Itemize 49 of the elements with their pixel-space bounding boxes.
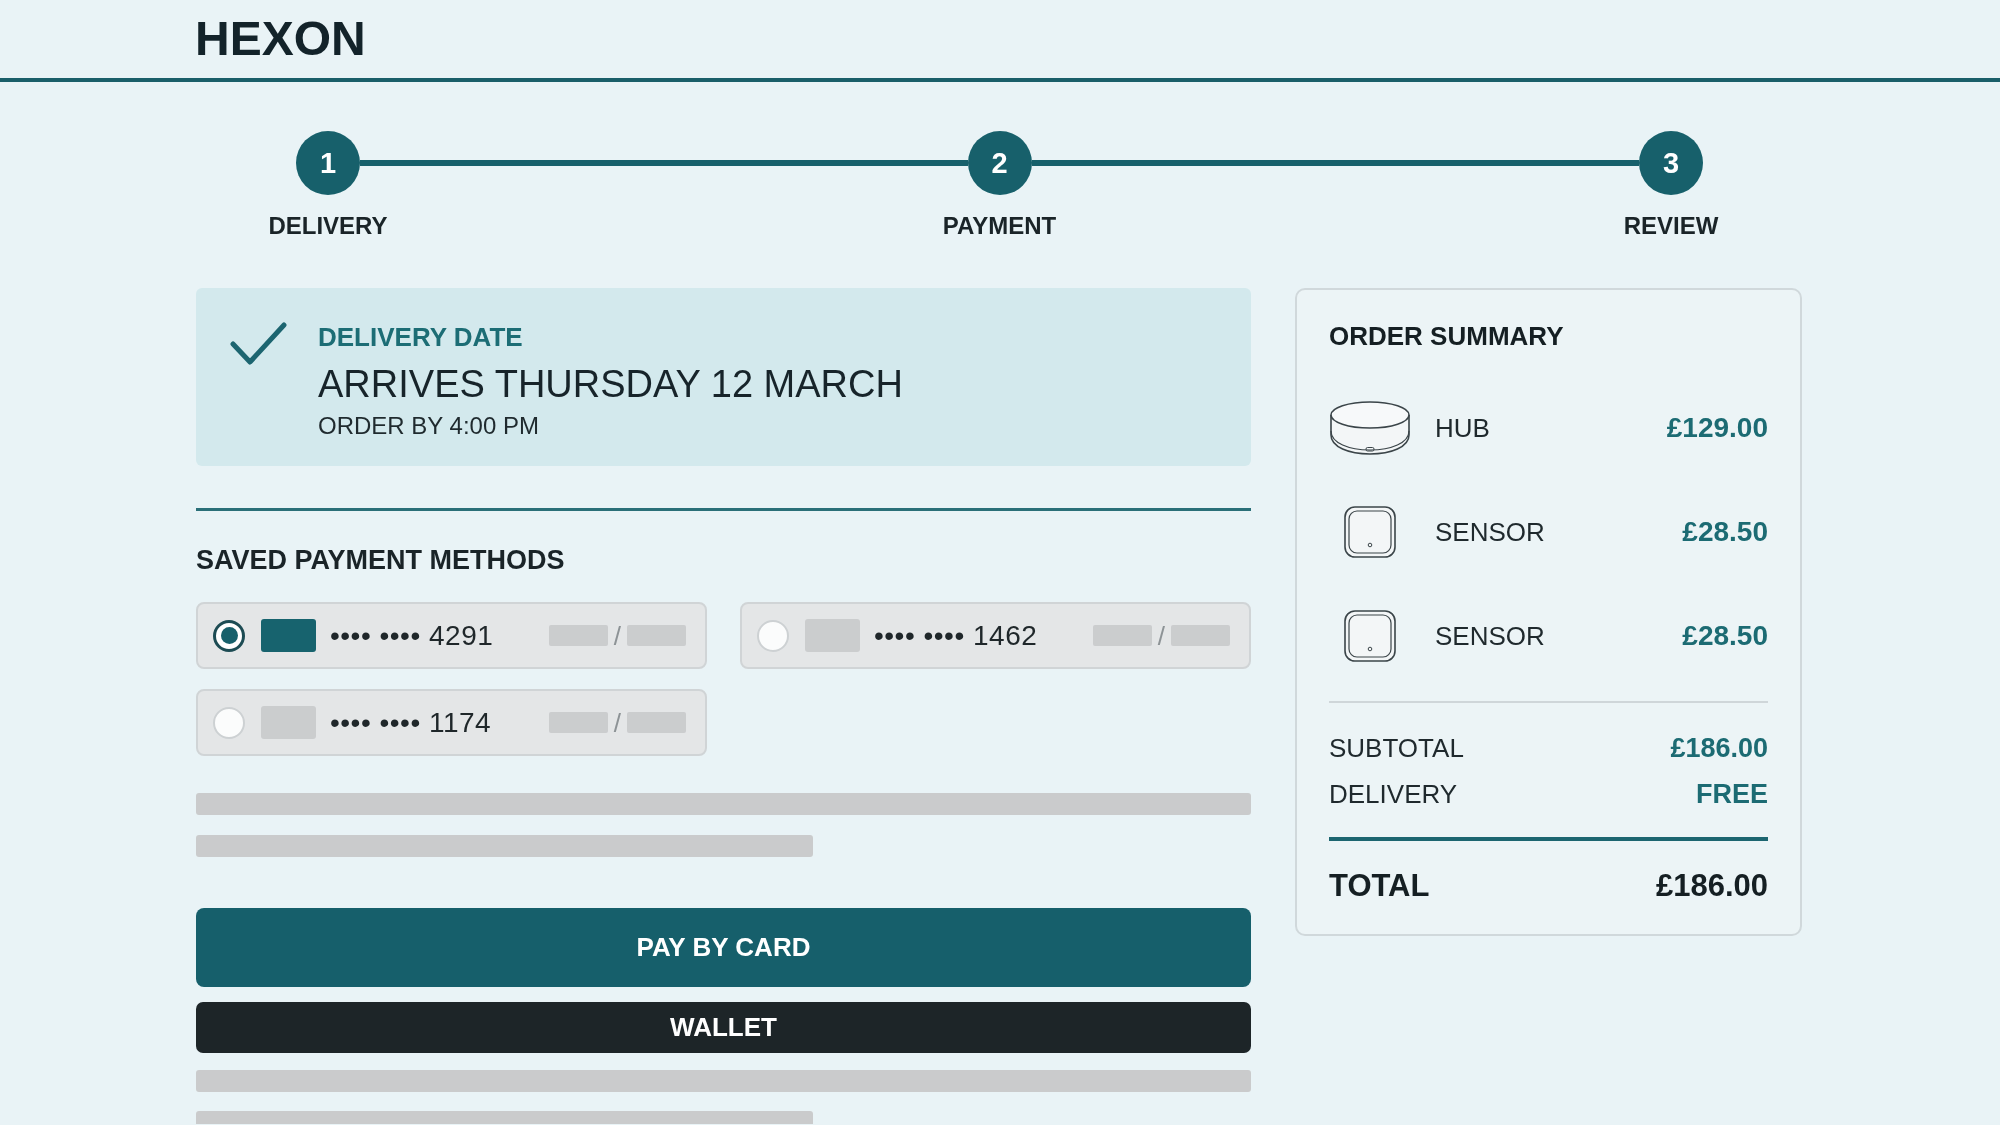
step-label: DELIVERY — [268, 211, 388, 241]
subtotal-label: SUBTOTAL — [1329, 732, 1464, 765]
total-value: £186.00 — [1655, 867, 1768, 905]
delivery-date-text: ARRIVES THURSDAY 12 MARCH — [318, 362, 903, 407]
item-name: HUB — [1435, 412, 1490, 444]
expiry-placeholder — [627, 712, 686, 733]
logo: HEXON — [195, 15, 366, 63]
radio-button[interactable] — [213, 619, 245, 652]
item-price: £28.50 — [1682, 516, 1768, 548]
payment-method-option[interactable]: •••• •••• 4291 / — [196, 602, 707, 669]
expiry-placeholder — [548, 712, 608, 733]
step-label: PAYMENT — [942, 211, 1057, 241]
pay-by-card-button[interactable]: PAY BY CARD — [196, 908, 1251, 987]
payment-method-option[interactable]: •••• •••• 1174 / — [196, 689, 707, 756]
item-price: £28.50 — [1682, 620, 1768, 652]
card-number: •••• •••• 4291 — [330, 619, 494, 652]
step-indicator: 3 — [1639, 131, 1703, 195]
section-heading: SAVED PAYMENT METHODS — [196, 544, 566, 577]
card-icon — [261, 619, 316, 652]
card-number: •••• •••• 1174 — [330, 706, 492, 739]
step-indicator: 1 — [296, 131, 360, 195]
expiry-separator: / — [1157, 620, 1165, 651]
delivery-label: DELIVERY — [1329, 778, 1458, 811]
expiry-separator: / — [613, 620, 621, 651]
card-icon — [261, 706, 316, 739]
step-indicator: 2 — [967, 131, 1032, 195]
item-price: £129.00 — [1666, 412, 1768, 444]
step-label: REVIEW — [1623, 211, 1719, 241]
sensor-device-icon — [1344, 610, 1396, 662]
card-icon — [805, 619, 860, 652]
delivery-value: FREE — [1696, 778, 1768, 811]
hub-device-icon — [1329, 400, 1411, 456]
expiry-placeholder — [1171, 625, 1230, 646]
expiry-placeholder — [548, 625, 608, 646]
payment-method-option[interactable]: •••• •••• 1462 / — [740, 602, 1251, 669]
delivery-date-label: DELIVERY DATE — [318, 321, 524, 354]
expiry-placeholder — [627, 625, 686, 646]
item-name: SENSOR — [1435, 620, 1545, 652]
sensor-device-icon — [1344, 506, 1396, 558]
wallet-button[interactable]: WALLET — [196, 1002, 1251, 1053]
check-icon — [230, 321, 287, 366]
card-number: •••• •••• 1462 — [874, 619, 1038, 652]
expiry-placeholder — [1092, 625, 1152, 646]
order-cutoff-text: ORDER BY 4:00 PM — [318, 411, 540, 441]
summary-title: ORDER SUMMARY — [1329, 320, 1565, 353]
subtotal-value: £186.00 — [1670, 732, 1768, 765]
total-label: TOTAL — [1329, 867, 1430, 905]
item-name: SENSOR — [1435, 516, 1545, 548]
expiry-separator: / — [613, 707, 621, 738]
